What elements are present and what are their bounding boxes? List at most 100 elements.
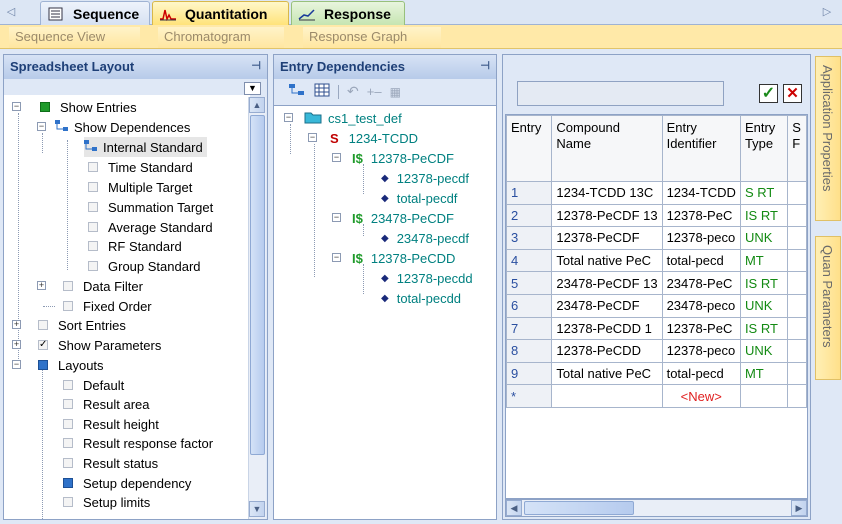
table-row[interactable]: 7 12378-PeCDD 1 12378-PeC IS RT [506,316,807,341]
checkbox[interactable] [63,458,73,468]
grid-horizontal-scrollbar[interactable]: ◀ ▶ [505,499,808,517]
table-cell[interactable] [787,226,807,250]
tree-item-default[interactable]: Default [63,375,124,395]
new-entry-cell[interactable]: <New> [661,384,741,408]
checkbox[interactable] [63,380,73,390]
row-header-cell[interactable]: 4 [506,248,553,273]
grid-icon[interactable] [314,83,330,100]
new-entry-row[interactable]: * <New> [506,384,807,408]
table-cell[interactable] [787,248,807,273]
table-row[interactable]: 3 12378-PeCDF 12378-peco UNK [506,226,807,250]
add-dependency-icon[interactable]: +– [367,84,382,99]
tree-item-show-dependences[interactable]: − Show Dependences [37,117,190,137]
checkbox[interactable] [63,399,73,409]
table-cell[interactable]: 1234-TCDD 13C [551,181,663,205]
table-cell[interactable] [787,339,807,363]
scroll-right-icon[interactable]: ▷ [820,5,834,19]
tree-leaf[interactable]: ◆ total-pecdd [381,288,461,308]
tree-item-time-standard[interactable]: Time Standard [88,157,193,177]
tree-item-result-height[interactable]: Result height [63,414,159,434]
table-cell[interactable] [787,203,807,228]
tree-item-average-standard[interactable]: Average Standard [88,217,213,237]
column-header-entry-type[interactable]: Entry Type [739,115,789,182]
table-cell[interactable]: UNK [739,293,789,318]
table-cell[interactable]: MT [739,361,789,386]
table-cell[interactable]: Total native PeC [551,248,663,273]
pin-icon[interactable]: ⊣ [480,59,490,72]
table-cell[interactable]: 12378-peco [661,226,741,250]
checkbox[interactable] [38,320,48,330]
table-cell[interactable]: 23478-PeC [661,271,741,295]
scroll-right-icon[interactable]: ▶ [791,500,807,516]
row-header-cell[interactable]: 7 [506,316,553,341]
scroll-thumb[interactable] [524,501,634,515]
table-cell[interactable]: 12378-PeC [661,316,741,341]
table-cell[interactable]: IS RT [739,271,789,295]
checkbox[interactable] [63,419,73,429]
dependency-tree-icon[interactable] [288,83,306,100]
table-cell[interactable]: 12378-PeCDD [551,339,663,363]
column-header-entry-identifier[interactable]: Entry Identifier [661,115,741,182]
scroll-down-icon[interactable]: ▼ [249,501,265,517]
undo-icon[interactable]: ↶ [347,83,359,100]
table-row[interactable]: 9 Total native PeC total-pecd MT [506,361,807,386]
table-cell[interactable]: Total native PeC [551,361,663,386]
tree-item-show-parameters[interactable]: + ✓ Show Parameters [12,335,161,355]
tree-item-setup-limits[interactable]: Setup limits [63,492,150,512]
checkbox[interactable] [38,360,48,370]
table-cell[interactable] [787,293,807,318]
tree-item-multiple-target[interactable]: Multiple Target [88,177,192,197]
accept-check-icon[interactable]: ✓ [759,84,778,103]
table-cell[interactable] [551,384,663,408]
tree-item-result-area[interactable]: Result area [63,394,149,414]
tree-item-internal-standard[interactable]: Internal Standard [84,137,207,157]
tab-quantitation[interactable]: Quantitation [152,1,289,25]
scroll-left-icon[interactable]: ◁ [4,5,18,19]
checkmark-checkbox[interactable]: ✓ [38,340,48,350]
row-header-cell[interactable]: 2 [506,203,553,228]
row-header-cell[interactable]: 8 [506,339,553,363]
table-row[interactable]: 8 12378-PeCDD 12378-peco UNK [506,339,807,363]
tree-item-sort-entries[interactable]: + Sort Entries [12,315,126,335]
checkbox[interactable] [63,281,73,291]
checkbox[interactable] [88,241,98,251]
checkbox[interactable] [88,182,98,192]
table-row[interactable]: 2 12378-PeCDF 13 12378-PeC IS RT [506,203,807,228]
tree-node-internal-standard[interactable]: − I$ 12378-PeCDF [332,148,454,168]
table-cell[interactable] [787,361,807,386]
table-cell[interactable] [787,316,807,341]
table-cell[interactable]: UNK [739,226,789,250]
table-cell[interactable] [787,384,807,408]
table-cell[interactable] [787,271,807,295]
checkbox[interactable] [63,438,73,448]
tree-item-group-standard[interactable]: Group Standard [88,256,201,276]
table-cell[interactable]: IS RT [739,203,789,228]
table-row[interactable]: 5 23478-PeCDF 13 23478-PeC IS RT [506,271,807,295]
tree-leaf[interactable]: ◆ total-pecdf [381,188,457,208]
table-cell[interactable]: 23478-PeCDF [551,293,663,318]
left-vertical-scrollbar[interactable]: ▲ ▼ [248,97,266,519]
checkbox[interactable] [63,497,73,507]
subtab-chromatogram[interactable]: Chromatogram [158,27,284,48]
side-tab-application-properties[interactable]: Application Properties [815,56,841,221]
table-cell[interactable]: 12378-PeCDF [551,226,663,250]
subtab-response-graph[interactable]: Response Graph [303,27,441,48]
table-cell[interactable] [739,384,789,408]
table-cell[interactable]: 23478-peco [661,293,741,318]
scroll-up-icon[interactable]: ▲ [249,97,265,113]
side-tab-quan-parameters[interactable]: Quan Parameters [815,236,841,380]
table-cell[interactable]: 12378-PeC [661,203,741,228]
column-header-compound-name[interactable]: Compound Name [551,115,663,182]
row-header-cell[interactable]: 6 [506,293,553,318]
table-cell[interactable]: total-pecd [661,248,741,273]
row-header-cell[interactable]: 9 [506,361,553,386]
tree-leaf[interactable]: ◆ 12378-pecdd [381,268,473,288]
row-header-cell[interactable]: 5 [506,271,553,295]
tree-item-result-status[interactable]: Result status [63,453,158,473]
table-cell[interactable]: UNK [739,339,789,363]
tree-item-rf-standard[interactable]: RF Standard [88,236,182,256]
table-cell[interactable] [787,181,807,205]
dropdown-arrow-icon[interactable]: ▼ [244,82,261,95]
row-header-cell[interactable]: 3 [506,226,553,250]
scroll-left-icon[interactable]: ◀ [506,500,522,516]
